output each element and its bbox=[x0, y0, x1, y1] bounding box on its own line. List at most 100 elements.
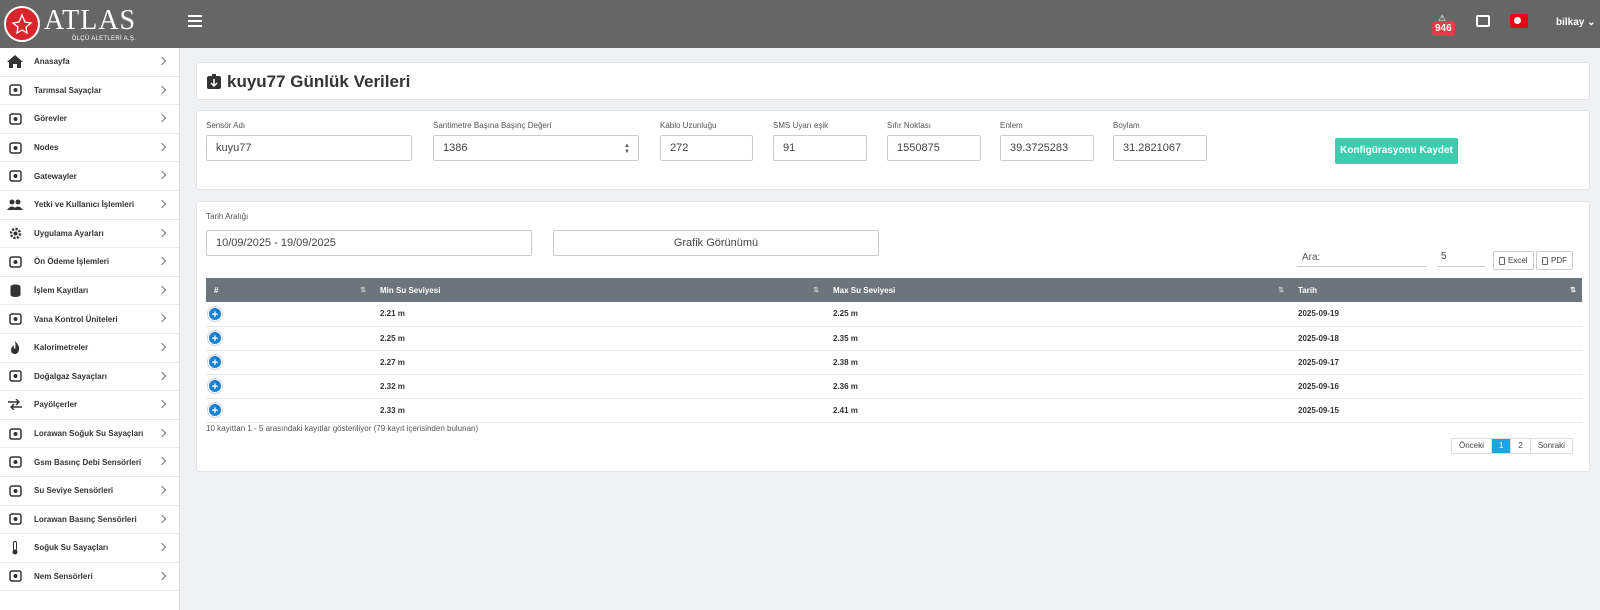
next-page-button[interactable]: Sonraki bbox=[1531, 439, 1572, 453]
column-header-max[interactable]: Max Su Seviyesi ⇅ bbox=[825, 278, 1290, 302]
chevron-right-icon bbox=[157, 85, 167, 94]
page-1-button[interactable]: 1 bbox=[1491, 439, 1512, 453]
expand-button[interactable]: + bbox=[206, 350, 372, 375]
sidebar-item[interactable]: Gatewayler bbox=[0, 162, 179, 191]
plus-icon[interactable]: + bbox=[208, 379, 222, 393]
sensor-name-input[interactable]: kuyu77 bbox=[206, 135, 412, 161]
page-header: kuyu77 Günlük Verileri bbox=[196, 62, 1590, 100]
date-range-input[interactable]: 10/09/2025 - 19/09/2025 bbox=[206, 230, 532, 256]
date-cell: 2025-09-15 bbox=[1290, 398, 1582, 423]
zero-point-input[interactable]: 1550875 bbox=[887, 135, 981, 161]
date-cell: 2025-09-16 bbox=[1290, 374, 1582, 399]
sidebar-item-label: Ön Ödeme İşlemleri bbox=[34, 257, 110, 267]
sidebar-item[interactable]: Gsm Basınç Debi Sensörleri bbox=[0, 448, 179, 477]
max-level-cell: 2.25 m bbox=[825, 302, 1290, 327]
column-header-date[interactable]: Tarih ⇅ bbox=[1290, 278, 1582, 302]
sidebar-item-label: Lorawan Basınç Sensörleri bbox=[34, 514, 137, 524]
data-table: # ⇅ Min Su Seviyesi ⇅ Max Su Seviyesi ⇅ Tar… bbox=[206, 278, 1582, 423]
exchange-icon bbox=[6, 398, 24, 412]
pdf-export-button[interactable]: PDF bbox=[1536, 251, 1573, 270]
sidebar-item[interactable]: Uygulama Ayarları bbox=[0, 220, 179, 249]
sidebar-item[interactable]: Lorawan Soğuk Su Sayaçları bbox=[0, 420, 179, 449]
excel-export-button[interactable]: Excel bbox=[1493, 251, 1534, 270]
sidebar-item-label: İşlem Kayıtları bbox=[34, 286, 89, 296]
cable-length-input[interactable]: 272 bbox=[660, 135, 753, 161]
menu-toggle-icon[interactable] bbox=[188, 15, 202, 29]
sidebar-item-label: Su Seviye Sensörleri bbox=[34, 486, 114, 496]
chevron-right-icon bbox=[157, 142, 167, 152]
sidebar-item[interactable]: Payölçerler bbox=[0, 391, 179, 420]
prev-page-button[interactable]: Önceki bbox=[1452, 439, 1492, 453]
sidebar-item[interactable]: Lorawan Basınç Sensörleri bbox=[0, 506, 179, 535]
chevron-right-icon bbox=[157, 285, 167, 294]
plus-icon[interactable]: + bbox=[208, 355, 222, 369]
notification-button[interactable]: ⚠ 946 bbox=[1430, 10, 1458, 38]
card-icon bbox=[6, 255, 24, 269]
table-header-row: # ⇅ Min Su Seviyesi ⇅ Max Su Seviyesi ⇅ Tar… bbox=[206, 278, 1582, 302]
spinner-icon[interactable]: ▲ ▼ bbox=[624, 143, 630, 155]
expand-button[interactable]: + bbox=[206, 302, 372, 327]
chevron-right-icon bbox=[157, 399, 167, 409]
plus-icon[interactable]: + bbox=[208, 331, 222, 345]
language-flag-icon[interactable] bbox=[1510, 14, 1528, 28]
plus-icon[interactable]: + bbox=[208, 403, 222, 417]
pressure-per-cm-input[interactable]: 1386 ▲ ▼ bbox=[433, 135, 639, 161]
sidebar-item[interactable]: Vana Kontrol Üniteleri bbox=[0, 305, 179, 334]
sidebar-item[interactable]: Nodes bbox=[0, 134, 179, 163]
database-icon bbox=[6, 284, 24, 298]
sort-icon: ⇅ bbox=[1278, 287, 1284, 294]
longitude-label: Boylam bbox=[1113, 121, 1140, 130]
user-menu[interactable]: bilkay ⌄ bbox=[1556, 17, 1596, 28]
sidebar-item[interactable]: Nem Sensörleri bbox=[0, 563, 179, 592]
expand-button[interactable]: + bbox=[206, 374, 372, 399]
max-level-cell: 2.36 m bbox=[825, 374, 1290, 399]
search-label: Ara: bbox=[1302, 252, 1321, 263]
expand-button[interactable]: + bbox=[206, 398, 372, 423]
gas-icon bbox=[6, 369, 24, 383]
date-cell: 2025-09-18 bbox=[1290, 326, 1582, 351]
humidity-icon bbox=[6, 569, 24, 583]
zero-point-label: Sıfır Noktası bbox=[887, 121, 932, 130]
plus-icon[interactable]: + bbox=[208, 306, 222, 321]
chevron-right-icon bbox=[157, 514, 167, 523]
cable-length-label: Kablo Uzunluğu bbox=[660, 121, 717, 130]
latitude-input[interactable]: 39.3725283 bbox=[1000, 135, 1094, 161]
sidebar-item[interactable]: İşlem Kayıtları bbox=[0, 277, 179, 306]
column-header-index[interactable]: # ⇅ bbox=[206, 278, 372, 302]
page-2-button[interactable]: 2 bbox=[1511, 439, 1531, 453]
chevron-right-icon bbox=[157, 542, 167, 552]
latitude-label: Enlem bbox=[1000, 121, 1023, 130]
sidebar-item[interactable]: Yetki ve Kullanıcı İşlemleri bbox=[0, 191, 179, 220]
chevron-right-icon bbox=[157, 314, 167, 323]
sidebar-item[interactable]: Görevler bbox=[0, 105, 179, 134]
table-row: +2.25 m 2.35 m 2025-09-18 bbox=[206, 326, 1582, 351]
table-row: +2.32 m 2.36 m 2025-09-16 bbox=[206, 374, 1582, 399]
graph-view-button[interactable]: Grafik Görünümü bbox=[553, 230, 879, 256]
sidebar-item-label: Tarımsal Sayaçlar bbox=[34, 85, 102, 95]
sidebar-item[interactable]: Anasayfa bbox=[0, 48, 179, 77]
sms-threshold-label: SMS Uyarı eşik bbox=[773, 121, 829, 130]
sidebar-item[interactable]: Tarımsal Sayaçlar bbox=[0, 77, 179, 106]
user-name: bilkay bbox=[1556, 17, 1585, 28]
sidebar-item[interactable]: Kalorimetreler bbox=[0, 334, 179, 363]
sidebar-item[interactable]: Soğuk Su Sayaçları bbox=[0, 534, 179, 563]
expand-button[interactable]: + bbox=[206, 326, 372, 351]
chevron-right-icon bbox=[157, 113, 167, 123]
sidebar-item-label: Gsm Basınç Debi Sensörleri bbox=[34, 457, 142, 467]
message-icon[interactable] bbox=[1476, 15, 1490, 27]
sidebar-item[interactable]: Doğalgaz Sayaçları bbox=[0, 363, 179, 392]
sms-threshold-input[interactable]: 91 bbox=[773, 135, 867, 161]
min-level-cell: 2.25 m bbox=[372, 326, 825, 351]
chevron-right-icon bbox=[157, 485, 167, 495]
file-icon bbox=[1499, 256, 1505, 265]
sensor-icon bbox=[207, 74, 221, 89]
page-length-input[interactable]: 5 bbox=[1437, 248, 1485, 267]
sidebar-item[interactable]: Ön Ödeme İşlemleri bbox=[0, 248, 179, 277]
column-header-min[interactable]: Min Su Seviyesi ⇅ bbox=[372, 278, 825, 302]
sidebar-item-label: Nodes bbox=[34, 143, 59, 153]
sidebar-item[interactable]: Su Seviye Sensörleri bbox=[0, 477, 179, 506]
flame-icon bbox=[6, 341, 24, 355]
longitude-input[interactable]: 31.2821067 bbox=[1113, 135, 1207, 161]
brand-logo[interactable]: ATLAS ÖLÇÜ ALETLERİ A.Ş. bbox=[4, 6, 136, 42]
save-config-button[interactable]: Konfigürasyonu Kaydet bbox=[1335, 138, 1458, 164]
